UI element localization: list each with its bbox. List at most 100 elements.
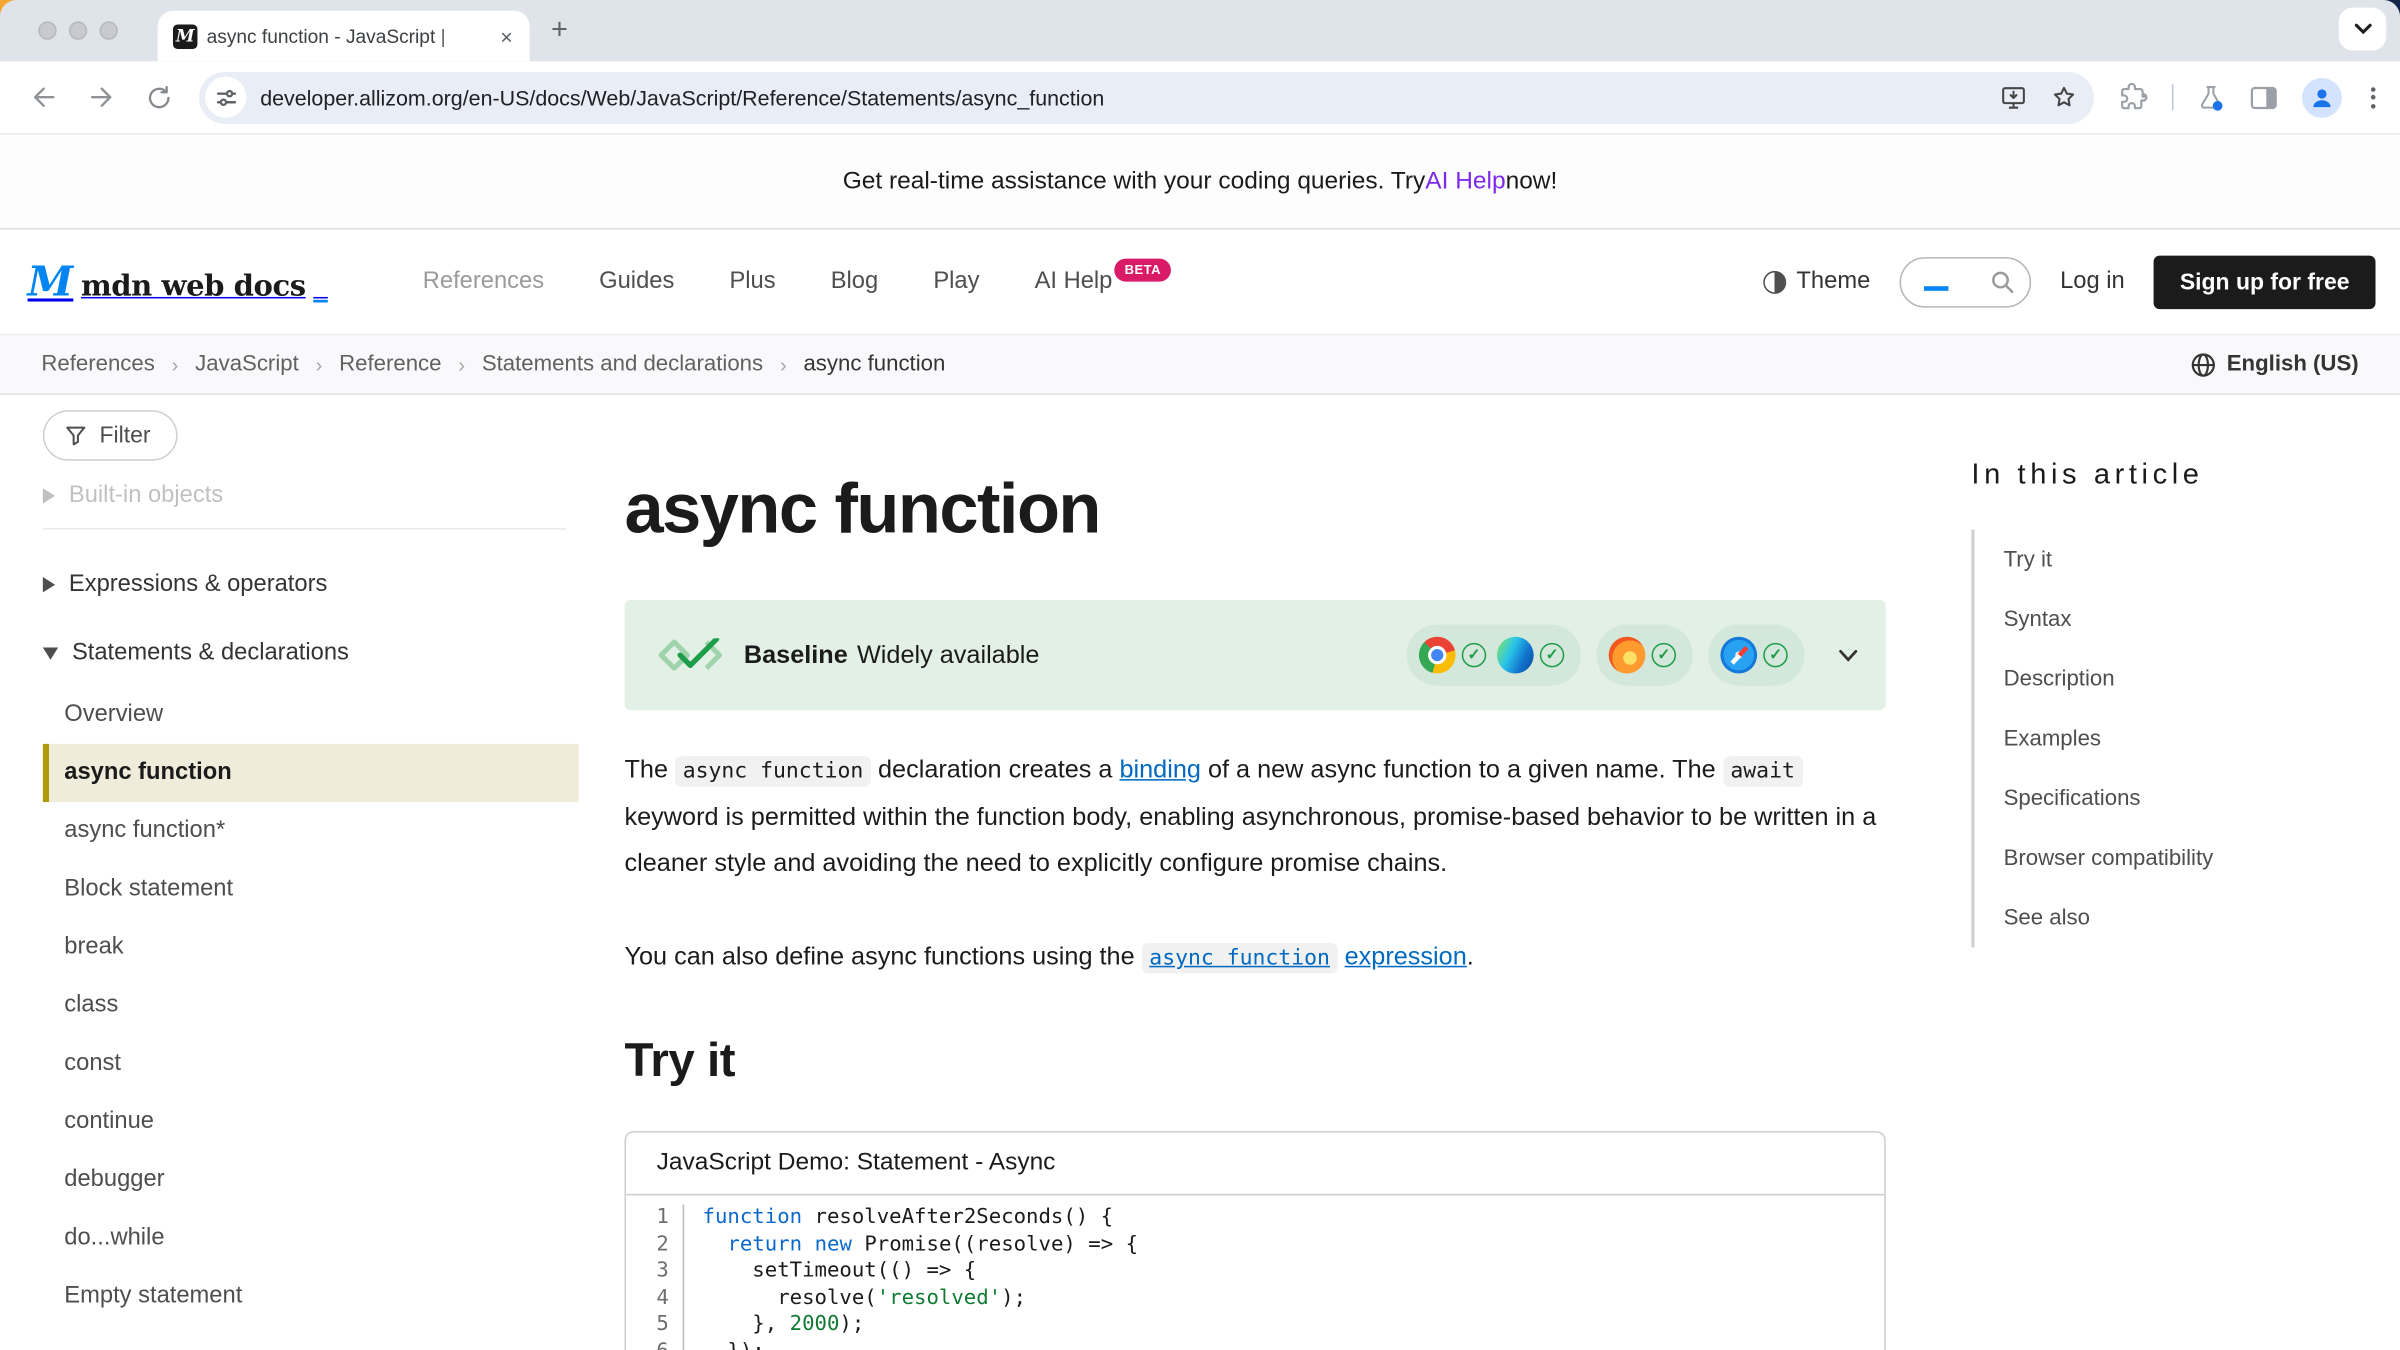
sidebar-item-block-statement[interactable]: Block statement — [43, 860, 566, 918]
toc-item-browser-compatibility[interactable]: Browser compatibility — [2004, 846, 2214, 870]
sidebar-item-list: Overviewasync functionasync function*Blo… — [43, 686, 566, 1326]
sidebar-item-do-while[interactable]: do...while — [43, 1209, 566, 1267]
extensions-puzzle-icon — [2118, 82, 2149, 113]
toolbar-separator — [2171, 84, 2173, 110]
sidebar-item-async-function[interactable]: async function — [43, 744, 579, 802]
desktop-background: M async function - JavaScript | × + — [0, 0, 2400, 1350]
intro-paragraph: The async function declaration creates a… — [624, 747, 1885, 886]
close-window-button[interactable] — [38, 21, 56, 39]
install-app-button[interactable] — [1998, 83, 2027, 111]
side-panel-button[interactable] — [2248, 83, 2279, 111]
browser-toolbar: developer.allizom.org/en-US/docs/Web/Jav… — [0, 61, 2400, 134]
baseline-label: Baseline — [744, 641, 848, 669]
profile-avatar[interactable] — [2302, 77, 2342, 117]
line-number: 4 — [626, 1285, 669, 1312]
mdn-m-icon: M — [28, 261, 74, 302]
experiments-button[interactable] — [2196, 82, 2225, 113]
url-text[interactable]: developer.allizom.org/en-US/docs/Web/Jav… — [260, 85, 1977, 109]
ai-help-link[interactable]: AI Help — [1425, 168, 1505, 196]
toc-list: Try it Syntax Description Examples Specifica… — [1971, 530, 2400, 948]
toc-item-see-also[interactable]: See also — [2004, 905, 2090, 929]
theme-icon — [1763, 270, 1786, 293]
sidebar-item-async-function[interactable]: async function* — [43, 802, 566, 860]
inline-link-binding[interactable]: binding — [1119, 756, 1200, 784]
toc-item-description[interactable]: Description — [2004, 667, 2115, 691]
breadcrumb-bar: References›JavaScript›Reference›Statemen… — [0, 334, 2400, 395]
chevron-down-icon — [1838, 648, 1858, 662]
browser-window: M async function - JavaScript | × + — [0, 0, 2400, 1350]
inline-link-async-function[interactable]: async function — [1142, 943, 1338, 974]
baseline-icon — [658, 638, 722, 672]
nav-item-blog[interactable]: Blog — [831, 268, 878, 294]
firefox-support-pill: ✓ — [1596, 624, 1692, 685]
code-editor[interactable]: 123456 function resolveAfter2Seconds() {… — [626, 1195, 1884, 1350]
try-it-heading: Try it — [624, 1033, 1885, 1088]
toc-item-examples[interactable]: Examples — [2004, 726, 2101, 750]
minimize-window-button[interactable] — [69, 21, 87, 39]
reload-button[interactable] — [138, 76, 181, 119]
browser-menu-button[interactable] — [2365, 86, 2382, 107]
breadcrumb-item-statements-and-declarations[interactable]: Statements and declarations — [482, 352, 763, 376]
filter-button[interactable]: Filter — [43, 410, 178, 461]
inline-code: async function — [675, 756, 871, 787]
address-bar[interactable]: developer.allizom.org/en-US/docs/Web/Jav… — [199, 71, 2093, 123]
breadcrumb-separator: › — [780, 353, 787, 376]
bookmark-button[interactable] — [2049, 83, 2078, 112]
tab-close-icon[interactable]: × — [496, 24, 518, 48]
nav-item-plus[interactable]: Plus — [729, 268, 775, 294]
site-settings-button[interactable] — [205, 77, 246, 118]
side-panel-icon — [2248, 83, 2279, 111]
breadcrumb-item-reference[interactable]: Reference — [339, 352, 441, 376]
interactive-demo: JavaScript Demo: Statement - Async 12345… — [624, 1131, 1885, 1350]
tab-search-button[interactable] — [2339, 8, 2386, 51]
line-number: 3 — [626, 1258, 669, 1285]
baseline-expand-button[interactable] — [1838, 648, 1858, 662]
toc-heading: In this article — [1971, 459, 2400, 493]
mdn-logo[interactable]: M mdn web docs _ — [28, 261, 328, 302]
sidebar-item-continue[interactable]: continue — [43, 1093, 566, 1151]
language-switcher[interactable]: English (US) — [2190, 351, 2359, 377]
check-icon: ✓ — [1462, 643, 1486, 667]
zoom-window-button[interactable] — [99, 21, 117, 39]
breadcrumb-item-javascript[interactable]: JavaScript — [195, 352, 299, 376]
sidebar-item-break[interactable]: break — [43, 918, 566, 976]
sidebar-section-statements[interactable]: Statements & declarations — [43, 640, 566, 668]
code-line: function resolveAfter2Seconds() { — [703, 1205, 1138, 1232]
filter-label: Filter — [99, 422, 150, 448]
sidebar-item-const[interactable]: const — [43, 1035, 566, 1093]
safari-icon — [1720, 637, 1757, 674]
back-button[interactable] — [21, 76, 64, 119]
nav-item-references[interactable]: References — [423, 268, 544, 294]
baseline-banner: BaselineWidely available ✓ ✓ ✓ — [624, 600, 1885, 710]
sidebar-section-expressions[interactable]: Expressions & operators — [43, 571, 566, 599]
table-of-contents: In this article Try it Syntax Description E… — [1971, 395, 2400, 1350]
nav-item-guides[interactable]: Guides — [599, 268, 674, 294]
theme-switcher[interactable]: Theme — [1763, 268, 1871, 296]
breadcrumb-separator: › — [172, 353, 179, 376]
login-link[interactable]: Log in — [2060, 268, 2125, 296]
search-input[interactable] — [1899, 256, 2031, 307]
sidebar-item-debugger[interactable]: debugger — [43, 1151, 566, 1209]
sidebar-item-empty-statement[interactable]: Empty statement — [43, 1267, 566, 1325]
main-nav: ReferencesGuidesPlusBlogPlayAI HelpBETA — [423, 268, 1172, 296]
browser-tab[interactable]: M async function - JavaScript | × — [158, 11, 530, 62]
new-tab-button[interactable]: + — [551, 14, 568, 48]
baseline-browser-support: ✓ ✓ ✓ ✓ — [1407, 624, 1859, 685]
sidebar-item-built-in-objects[interactable]: Built-in objects — [43, 482, 566, 510]
extensions-button[interactable] — [2118, 82, 2149, 113]
toc-item-try-it[interactable]: Try it — [2004, 547, 2053, 571]
inline-link-expression[interactable]: expression — [1345, 943, 1467, 971]
code-line: }, 2000); — [703, 1312, 1138, 1339]
breadcrumb: References›JavaScript›Reference›Statemen… — [41, 352, 945, 376]
header-actions: Theme Log in Sign up for free — [1763, 255, 2376, 309]
toc-item-specifications[interactable]: Specifications — [2004, 786, 2141, 810]
signup-button[interactable]: Sign up for free — [2154, 255, 2376, 309]
nav-item-ai-help[interactable]: AI Help — [1035, 268, 1113, 294]
toc-item-syntax[interactable]: Syntax — [2004, 607, 2072, 631]
sidebar-item-class[interactable]: class — [43, 977, 566, 1035]
line-number: 5 — [626, 1312, 669, 1339]
nav-item-play[interactable]: Play — [933, 268, 979, 294]
forward-button[interactable] — [80, 76, 123, 119]
breadcrumb-item-references[interactable]: References — [41, 352, 155, 376]
sidebar-item-overview[interactable]: Overview — [43, 686, 566, 744]
